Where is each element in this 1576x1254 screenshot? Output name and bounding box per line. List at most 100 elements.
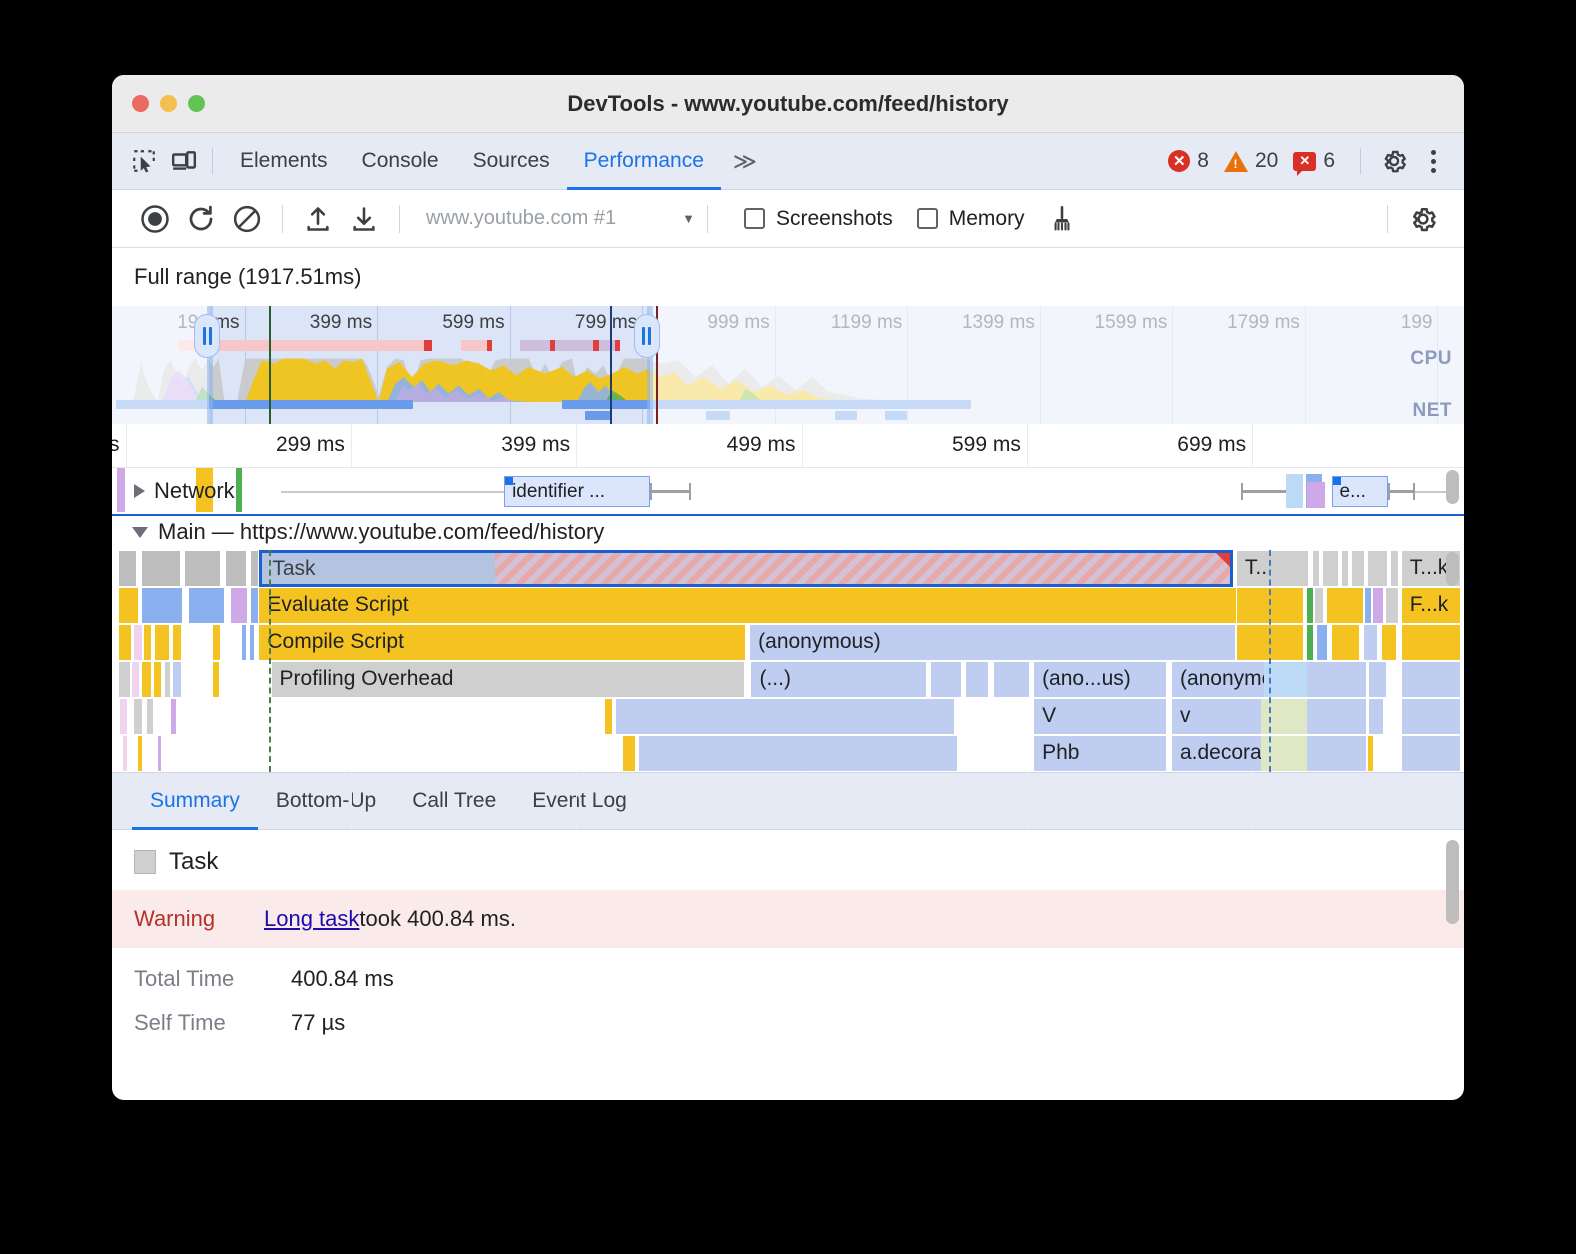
memory-checkbox[interactable]: Memory — [917, 207, 1025, 231]
issue-bubble-icon: ✕ — [1293, 152, 1316, 171]
long-task-link[interactable]: Long task — [264, 906, 359, 932]
clear-no-entry-icon[interactable] — [224, 196, 270, 242]
overview-tick-label: 799 ms — [575, 312, 637, 334]
checkbox-box — [744, 208, 765, 229]
toolbar-divider — [707, 205, 708, 233]
selected-task-frame[interactable]: Task — [259, 550, 1232, 587]
tab-call-tree[interactable]: Call Tree — [394, 772, 514, 830]
total-time-value: 400.84 ms — [291, 966, 394, 992]
flame-chart-tracks: Network identifier ... e... Main — https… — [112, 468, 1464, 772]
net-axis-label: NET — [1413, 400, 1453, 422]
tracks-scrollbar-thumb[interactable] — [1446, 552, 1459, 586]
request-whisker — [650, 490, 691, 493]
gear-icon[interactable] — [1376, 143, 1412, 179]
tab-console[interactable]: Console — [345, 133, 456, 190]
collect-garbage-broom-icon[interactable] — [1039, 196, 1085, 242]
detail-tick-label: 299 ms — [276, 433, 345, 457]
window-title: DevTools - www.youtube.com/feed/history — [112, 91, 1464, 117]
network-track[interactable]: Network identifier ... e... — [112, 468, 1464, 516]
overview-tick-label: 599 ms — [442, 312, 504, 334]
self-time-label: Self Time — [134, 1010, 291, 1036]
maximize-window-button[interactable] — [188, 95, 205, 112]
minimize-window-button[interactable] — [160, 95, 177, 112]
detail-tick-label: 499 ms — [727, 433, 796, 457]
anonymous-frame[interactable]: (ano...us) — [1034, 662, 1166, 697]
reload-record-icon[interactable] — [178, 196, 224, 242]
main-track-header[interactable]: Main — https://www.youtube.com/feed/hist… — [112, 516, 1464, 550]
call-frame[interactable]: V — [1034, 699, 1166, 734]
overview-left-handle[interactable] — [194, 314, 220, 358]
task-frame[interactable]: T... — [1237, 551, 1309, 586]
summary-event-header: Task — [112, 830, 1464, 890]
performance-toolbar: www.youtube.com #1 ▼ Screenshots Memory — [112, 190, 1464, 248]
warning-triangle-icon — [1224, 151, 1248, 172]
load-marker-line — [1269, 550, 1271, 772]
dcl-marker-line — [269, 306, 271, 424]
inspect-element-icon[interactable] — [126, 143, 162, 179]
summary-event-name: Task — [169, 848, 218, 876]
anonymous-frame[interactable]: (anonymous) — [750, 625, 1235, 660]
checkbox-box — [917, 208, 938, 229]
upload-profile-icon[interactable] — [295, 196, 341, 242]
flame-row: Profiling Overhead (...) (ano...us) (ano… — [112, 661, 1464, 698]
device-toolbar-icon[interactable] — [166, 143, 202, 179]
triangle-down-icon — [132, 527, 148, 538]
warning-badge[interactable]: 20 — [1224, 149, 1278, 173]
screenshots-label: Screenshots — [776, 207, 893, 231]
kebab-menu-icon[interactable] — [1417, 150, 1450, 173]
event-color-swatch — [134, 850, 156, 874]
network-request[interactable]: e... — [1332, 476, 1389, 507]
toolbar-divider — [212, 148, 213, 174]
summary-self-time-row: Self Time 77 µs — [112, 992, 1464, 1036]
chevron-down-icon[interactable]: ▼ — [682, 211, 695, 226]
total-time-label: Total Time — [134, 966, 291, 992]
devtools-tab-strip: Elements Console Sources Performance ≫ ✕… — [112, 133, 1464, 190]
screenshots-checkbox[interactable]: Screenshots — [744, 207, 893, 231]
badge-divider — [1360, 148, 1361, 174]
evaluate-script-frame[interactable]: F...k — [1402, 588, 1461, 623]
detail-tick-label: 399 ms — [501, 433, 570, 457]
tab-performance[interactable]: Performance — [567, 133, 721, 190]
tab-elements[interactable]: Elements — [223, 133, 345, 190]
compile-script-frame[interactable]: Compile Script — [259, 625, 746, 660]
issue-badge[interactable]: ✕ 6 — [1293, 149, 1335, 173]
network-track-title-row[interactable]: Network — [134, 478, 235, 504]
download-profile-icon[interactable] — [341, 196, 387, 242]
timeline-overview[interactable]: 199 ms399 ms599 ms799 ms999 ms1199 ms139… — [112, 306, 1464, 424]
status-badges: ✕ 8 20 ✕ 6 — [1168, 143, 1464, 179]
record-circle-icon[interactable] — [132, 196, 178, 242]
profiling-overhead-frame[interactable]: Profiling Overhead — [272, 662, 745, 697]
tab-sources[interactable]: Sources — [456, 133, 567, 190]
main-track-title-row[interactable]: Main — https://www.youtube.com/feed/hist… — [132, 519, 604, 545]
summary-scrollbar-thumb[interactable] — [1446, 840, 1459, 924]
capture-settings-gear-icon[interactable] — [1400, 196, 1446, 242]
detail-view-tabs: Summary Bottom-Up Call Tree Event Log — [112, 772, 1464, 830]
detail-tick-label: 199 ms — [112, 433, 120, 457]
dcl-marker-line — [269, 550, 271, 772]
error-circle-icon: ✕ — [1168, 150, 1190, 172]
tab-summary[interactable]: Summary — [132, 772, 258, 830]
net-sliver — [1286, 474, 1304, 508]
tab-event-log[interactable]: Event Log — [514, 772, 645, 830]
warning-count: 20 — [1255, 149, 1278, 173]
self-time-value: 77 µs — [291, 1010, 345, 1036]
window-traffic-lights — [132, 95, 205, 112]
close-window-button[interactable] — [132, 95, 149, 112]
summary-panel: Task Warning Long task took 400.84 ms. T… — [112, 830, 1464, 1062]
evaluate-script-frame[interactable]: Evaluate Script — [259, 588, 1236, 623]
network-request[interactable]: identifier ... — [504, 476, 650, 507]
overview-right-handle[interactable] — [634, 314, 660, 358]
load-marker-line — [610, 306, 612, 424]
call-frame[interactable]: Phb — [1034, 736, 1166, 771]
main-track-title: Main — https://www.youtube.com/feed/hist… — [158, 519, 604, 545]
profile-select[interactable]: www.youtube.com #1 — [412, 207, 630, 230]
triangle-right-icon — [134, 484, 145, 498]
error-badge[interactable]: ✕ 8 — [1168, 149, 1209, 173]
tracks-scrollbar-thumb-top[interactable] — [1446, 470, 1459, 504]
request-whisker — [1241, 490, 1288, 493]
tab-bottom-up[interactable]: Bottom-Up — [258, 772, 394, 830]
anonymous-short-frame[interactable]: (...) — [751, 662, 927, 697]
more-tabs-icon[interactable]: ≫ — [721, 148, 769, 175]
memory-label: Memory — [949, 207, 1025, 231]
error-count: 8 — [1197, 149, 1209, 173]
